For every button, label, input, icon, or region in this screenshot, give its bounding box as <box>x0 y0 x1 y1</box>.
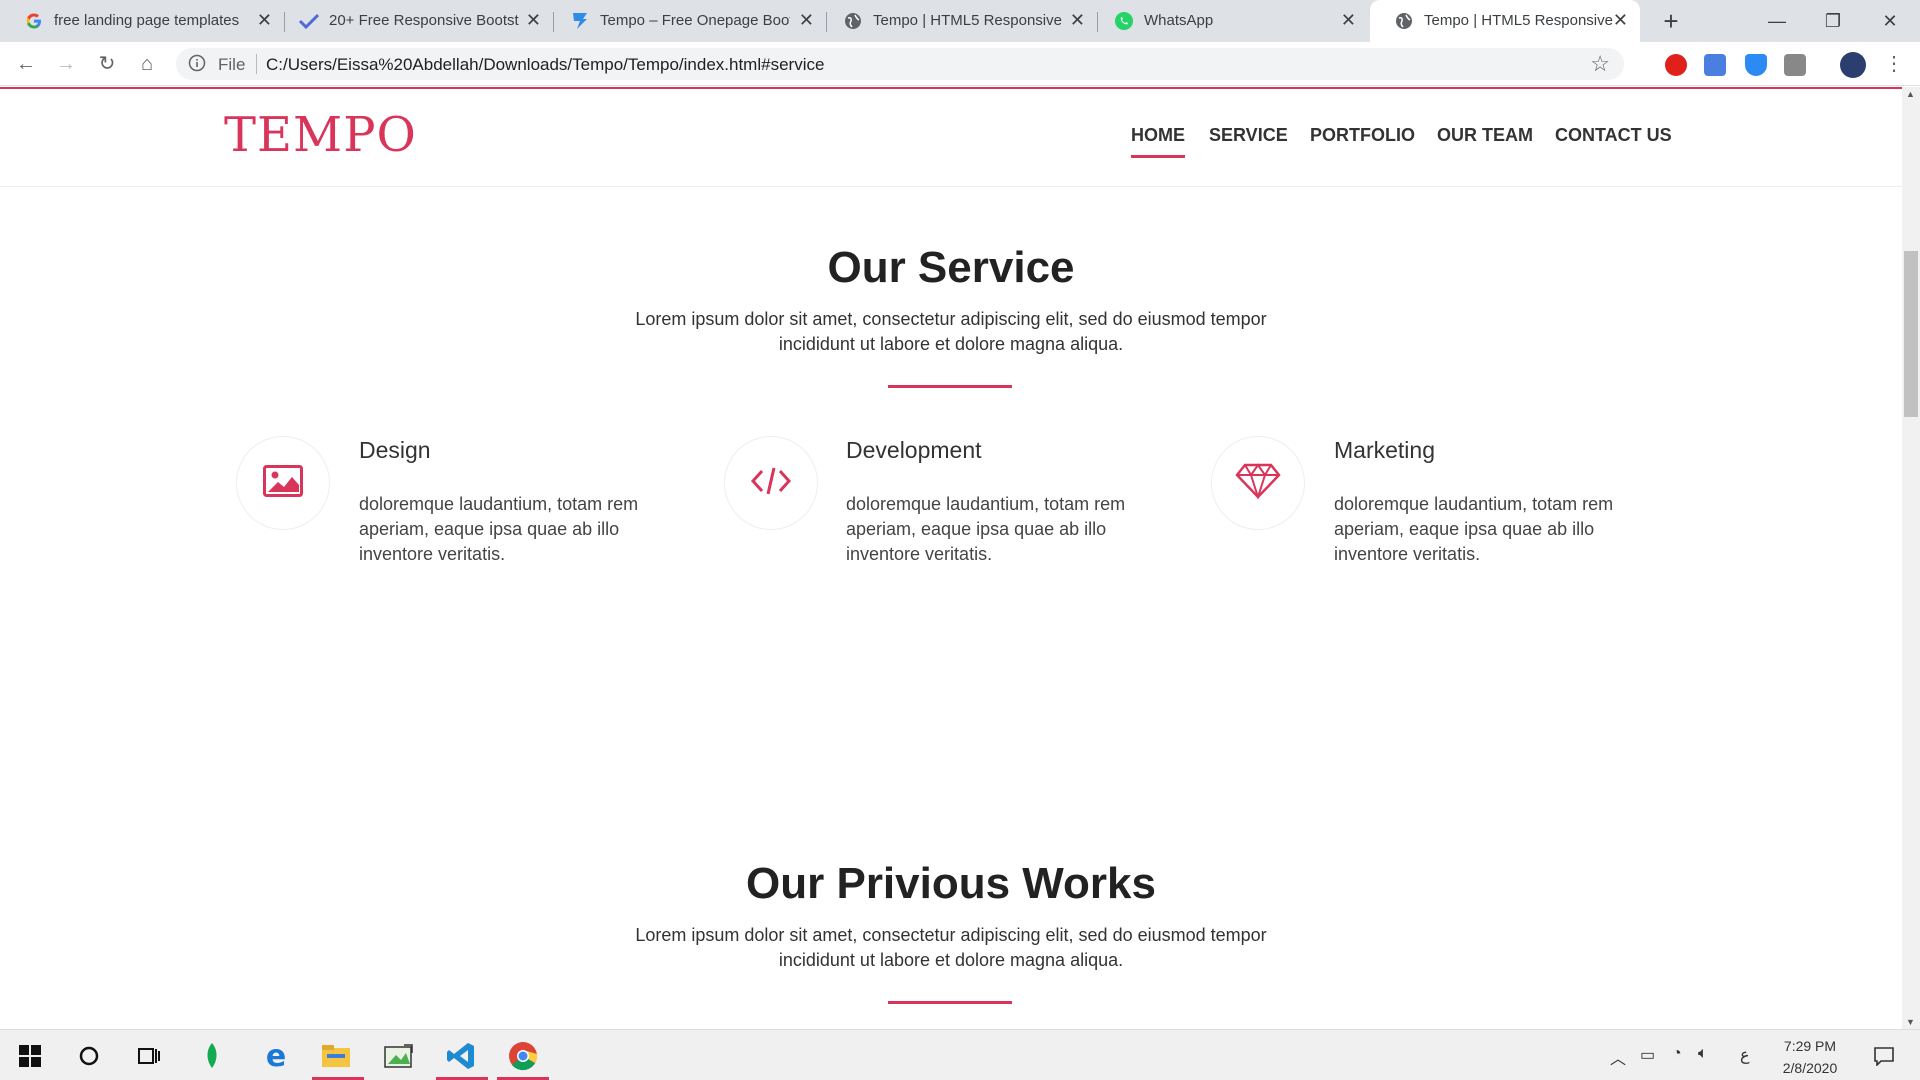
chrome-icon[interactable] <box>505 1038 541 1074</box>
service-title: Our Service <box>827 243 1075 292</box>
globe-icon <box>843 11 863 31</box>
browser-tab[interactable]: Tempo | HTML5 Responsive E ✕ <box>819 0 1097 42</box>
scrollbar-thumb[interactable] <box>1904 251 1918 417</box>
nav-portfolio[interactable]: PORTFOLIO <box>1310 125 1415 146</box>
browser-tab-bar: free landing page templates ✕ 20+ Free R… <box>0 0 1920 42</box>
file-explorer-icon[interactable] <box>318 1038 354 1074</box>
tab-title: free landing page templates <box>54 12 240 29</box>
clock-date: 2/8/2020 <box>1782 1060 1838 1076</box>
google-icon <box>24 11 44 31</box>
service-title-marketing: Marketing <box>1334 437 1435 463</box>
service-text-development: doloremque laudantium, totam rem aperiam… <box>846 494 1126 564</box>
image-icon <box>263 464 303 502</box>
nav-our-team[interactable]: OUR TEAM <box>1437 125 1533 146</box>
show-hidden-icons-icon[interactable]: ︿ <box>1610 1045 1626 1069</box>
tab-title: Tempo | HTML5 Responsive E <box>873 12 1063 29</box>
close-tab-icon[interactable]: ✕ <box>526 10 541 31</box>
wifi-icon[interactable]: ◔ <box>1672 1045 1682 1063</box>
scheme-label: File <box>218 55 246 74</box>
action-center-icon[interactable] <box>1866 1038 1902 1074</box>
browser-tab[interactable]: free landing page templates ✕ <box>0 0 284 42</box>
menu-icon[interactable]: ⋮ <box>1880 50 1908 78</box>
restore-icon[interactable]: ❐ <box>1818 6 1848 36</box>
forward-icon[interactable]: → <box>52 50 80 78</box>
reload-icon[interactable]: ↻ <box>93 50 121 78</box>
code-icon <box>750 466 792 501</box>
browser-tab[interactable]: 20+ Free Responsive Bootstr ✕ <box>275 0 553 42</box>
service-subtitle: Lorem ipsum dolor sit amet, consectetur … <box>635 309 1267 354</box>
close-window-icon[interactable]: ✕ <box>1875 6 1905 36</box>
task-view-icon[interactable] <box>131 1038 167 1074</box>
code-extension-icon[interactable] <box>1784 54 1806 76</box>
vscode-icon[interactable] <box>443 1038 479 1074</box>
tab-title: Tempo | HTML5 Responsive E <box>1424 12 1614 29</box>
service-divider <box>888 385 1012 388</box>
minimize-icon[interactable]: — <box>1762 6 1792 36</box>
profile-avatar[interactable] <box>1840 52 1866 78</box>
info-icon[interactable] <box>188 54 208 74</box>
mongodb-icon[interactable] <box>194 1038 230 1074</box>
windows-taskbar: e ︿ ▭ ◔ 🔈︎ ع 7:29 PM 2/8/2020 <box>0 1029 1920 1080</box>
back-icon[interactable]: ← <box>12 50 40 78</box>
system-clock[interactable]: 7:29 PM 2/8/2020 <box>1760 1035 1860 1079</box>
globe-icon <box>1394 11 1414 31</box>
service-title-development: Development <box>846 437 982 463</box>
service-text-marketing: doloremque laudantium, totam rem aperiam… <box>1334 494 1614 564</box>
bookmark-star-icon[interactable]: ☆ <box>1590 51 1610 77</box>
volume-icon[interactable]: 🔈︎ <box>1698 1045 1708 1063</box>
address-bar[interactable]: File C:/Users/Eissa%20Abdellah/Downloads… <box>176 48 1624 80</box>
new-tab-icon[interactable]: + <box>1656 6 1686 36</box>
whatsapp-icon <box>1114 11 1134 31</box>
edge-icon[interactable]: e <box>258 1038 294 1074</box>
search-icon[interactable] <box>71 1038 107 1074</box>
browser-tab[interactable]: WhatsApp ✕ <box>1090 0 1368 42</box>
address-url[interactable]: C:/Users/Eissa%20Abdellah/Downloads/Temp… <box>266 55 824 75</box>
nav-contact-us[interactable]: CONTACT US <box>1555 125 1672 146</box>
tab-title: Tempo – Free Onepage Boot <box>600 12 790 29</box>
home-icon[interactable]: ⌂ <box>133 50 161 78</box>
scroll-up-icon[interactable]: ▲ <box>1906 89 1915 99</box>
site-header: TEMPO HOME SERVICE PORTFOLIO OUR TEAM CO… <box>0 89 1902 187</box>
service-icon-circle <box>724 436 818 530</box>
address-separator <box>256 54 257 74</box>
page-viewport: TEMPO HOME SERVICE PORTFOLIO OUR TEAM CO… <box>0 87 1902 1029</box>
browser-tab[interactable]: Tempo – Free Onepage Boot ✕ <box>546 0 826 42</box>
service-title-design: Design <box>359 437 431 463</box>
works-divider <box>888 1001 1012 1004</box>
checkmark-icon <box>299 11 319 31</box>
shield-extension-icon[interactable] <box>1745 54 1767 76</box>
close-tab-icon[interactable]: ✕ <box>1070 10 1085 31</box>
clock-time: 7:29 PM <box>1783 1038 1837 1054</box>
service-text-design: doloremque laudantium, totam rem aperiam… <box>359 494 639 564</box>
nav-service[interactable]: SERVICE <box>1209 125 1288 146</box>
tab-title: WhatsApp <box>1144 12 1214 29</box>
input-language[interactable]: ع <box>1740 1045 1750 1065</box>
translate-extension-icon[interactable] <box>1704 54 1726 76</box>
close-tab-icon[interactable]: ✕ <box>1341 10 1356 31</box>
service-icon-circle <box>236 436 330 530</box>
close-tab-icon[interactable]: ✕ <box>257 10 272 31</box>
works-title: Our Privious Works <box>746 859 1156 908</box>
site-logo[interactable]: TEMPO <box>224 107 417 163</box>
browser-toolbar: ← → ↻ ⌂ File C:/Users/Eissa%20Abdellah/D… <box>0 42 1920 86</box>
works-subtitle: Lorem ipsum dolor sit amet, consectetur … <box>635 925 1267 970</box>
scroll-down-icon[interactable]: ▼ <box>1906 1017 1915 1027</box>
tab-title: 20+ Free Responsive Bootstr <box>329 12 519 29</box>
diamond-icon <box>1235 462 1281 504</box>
battery-icon[interactable]: ▭ <box>1640 1045 1655 1065</box>
opera-extension-icon[interactable] <box>1665 54 1687 76</box>
image-viewer-icon[interactable] <box>381 1038 417 1074</box>
nav-home[interactable]: HOME <box>1131 125 1185 158</box>
close-tab-icon[interactable]: ✕ <box>799 10 814 31</box>
windows-start-icon[interactable] <box>12 1038 48 1074</box>
browser-tab-active[interactable]: Tempo | HTML5 Responsive E ✕ <box>1370 0 1640 42</box>
page-scrollbar[interactable]: ▲ ▼ <box>1902 87 1920 1029</box>
service-icon-circle <box>1211 436 1305 530</box>
close-tab-icon[interactable]: ✕ <box>1613 10 1628 31</box>
tempo-icon <box>570 11 590 31</box>
